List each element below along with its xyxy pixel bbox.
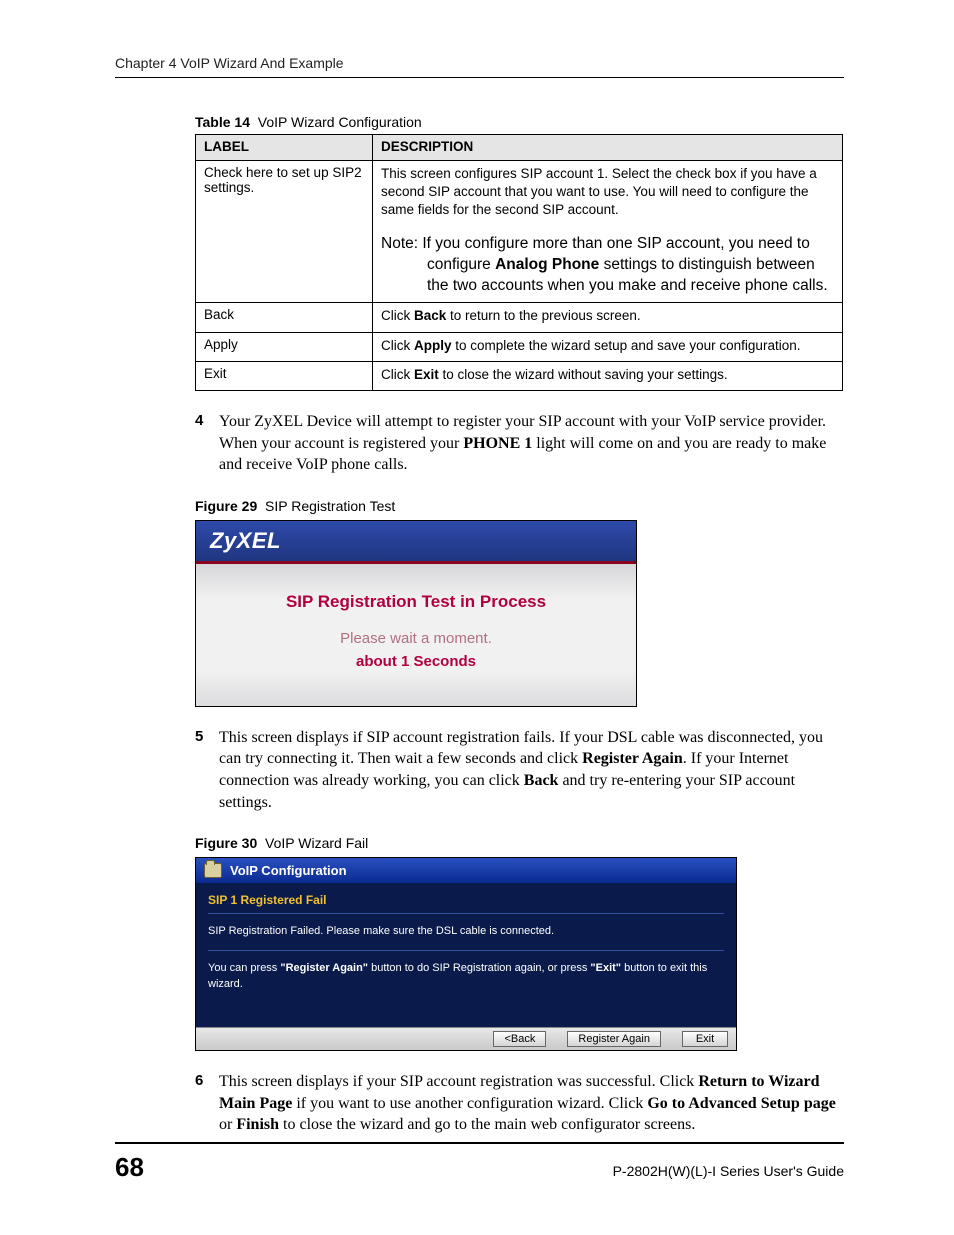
- fail-subhead: SIP 1 Registered Fail: [196, 883, 736, 909]
- window-titlebar: VoIP Configuration: [196, 858, 736, 883]
- table-row: Check here to set up SIP2 settings. This…: [196, 161, 843, 303]
- step-6: 6 This screen displays if your SIP accou…: [195, 1071, 844, 1136]
- bold: Apply: [414, 338, 452, 353]
- footer-rule: [115, 1142, 844, 1144]
- cell-desc: Click Apply to complete the wizard setup…: [373, 332, 843, 361]
- page-footer: 68 P-2802H(W)(L)-I Series User's Guide: [115, 1142, 844, 1183]
- figure29: ZyXEL SIP Registration Test in Process P…: [195, 520, 637, 707]
- chapter-header: Chapter 4 VoIP Wizard And Example: [115, 55, 844, 77]
- txt: Click: [381, 308, 414, 323]
- divider: [208, 950, 724, 951]
- figure30: VoIP Configuration SIP 1 Registered Fail…: [195, 857, 737, 1051]
- txt: or: [219, 1116, 236, 1133]
- bold: Go to Advanced Setup page: [647, 1095, 835, 1112]
- txt: to close the wizard without saving your …: [439, 367, 728, 382]
- header-rule: [115, 77, 844, 78]
- step-body: This screen displays if SIP account regi…: [219, 727, 844, 813]
- step-4: 4 Your ZyXEL Device will attempt to regi…: [195, 411, 844, 476]
- txt: to complete the wizard setup and save yo…: [452, 338, 801, 353]
- folder-icon: [204, 863, 222, 878]
- cell-label: Back: [196, 303, 373, 332]
- config-table: LABEL DESCRIPTION Check here to set up S…: [195, 134, 843, 391]
- zyxel-logo: ZyXEL: [196, 521, 636, 564]
- th-label: LABEL: [196, 135, 373, 161]
- cell-label: Check here to set up SIP2 settings.: [196, 161, 373, 303]
- table-number: Table 14: [195, 114, 250, 130]
- step-body: This screen displays if your SIP account…: [219, 1071, 844, 1136]
- row0-note: Note: If you configure more than one SIP…: [381, 234, 834, 297]
- txt: if you want to use another configuration…: [292, 1095, 647, 1112]
- figure30-caption: Figure 30 VoIP Wizard Fail: [195, 835, 844, 851]
- bold: "Exit": [590, 962, 621, 974]
- row0-desc: This screen configures SIP account 1. Se…: [381, 165, 834, 220]
- fail-msg1: SIP Registration Failed. Please make sur…: [196, 918, 736, 946]
- sip-test-title: SIP Registration Test in Process: [206, 592, 626, 612]
- cell-desc: This screen configures SIP account 1. Se…: [373, 161, 843, 303]
- bold: Register Again: [582, 750, 683, 767]
- page-number: 68: [115, 1152, 144, 1183]
- cell-desc: Click Exit to close the wizard without s…: [373, 361, 843, 390]
- cell-label: Apply: [196, 332, 373, 361]
- step-5: 5 This screen displays if SIP account re…: [195, 727, 844, 813]
- button-bar: <Back Register Again Exit: [196, 1027, 736, 1050]
- table-caption: Table 14 VoIP Wizard Configuration: [195, 114, 844, 130]
- figure29-caption: Figure 29 SIP Registration Test: [195, 498, 844, 514]
- step-number: 5: [195, 727, 219, 813]
- bold: "Register Again": [280, 962, 368, 974]
- back-button[interactable]: <Back: [493, 1031, 546, 1047]
- window-title: VoIP Configuration: [230, 863, 347, 878]
- txt: Click: [381, 338, 414, 353]
- fig-title: SIP Registration Test: [265, 498, 395, 514]
- cell-desc: Click Back to return to the previous scr…: [373, 303, 843, 332]
- sip-test-wait: Please wait a moment.: [206, 630, 626, 647]
- fig-number: Figure 29: [195, 498, 257, 514]
- table-title: VoIP Wizard Configuration: [258, 114, 422, 130]
- note-bold: Analog Phone: [495, 256, 599, 273]
- step-body: Your ZyXEL Device will attempt to regist…: [219, 411, 844, 476]
- bold: Back: [414, 308, 446, 323]
- sip-test-seconds: about 1 Seconds: [206, 653, 626, 670]
- table-row: Back Click Back to return to the previou…: [196, 303, 843, 332]
- fail-msg2: You can press "Register Again" button to…: [196, 955, 736, 999]
- table-row: Apply Click Apply to complete the wizard…: [196, 332, 843, 361]
- table-row: Exit Click Exit to close the wizard with…: [196, 361, 843, 390]
- txt: Click: [381, 367, 414, 382]
- bold: Back: [524, 772, 559, 789]
- step-number: 6: [195, 1071, 219, 1136]
- txt: to return to the previous screen.: [446, 308, 640, 323]
- th-desc: DESCRIPTION: [373, 135, 843, 161]
- exit-button[interactable]: Exit: [682, 1031, 728, 1047]
- fig-number: Figure 30: [195, 835, 257, 851]
- cell-label: Exit: [196, 361, 373, 390]
- bold: PHONE 1: [463, 435, 532, 452]
- guide-name: P-2802H(W)(L)-I Series User's Guide: [613, 1163, 844, 1179]
- register-again-button[interactable]: Register Again: [567, 1031, 661, 1047]
- step-number: 4: [195, 411, 219, 476]
- txt: This screen displays if your SIP account…: [219, 1073, 698, 1090]
- txt: You can press: [208, 962, 280, 974]
- bold: Exit: [414, 367, 439, 382]
- bold: Finish: [236, 1116, 279, 1133]
- txt: button to do SIP Registration again, or …: [368, 962, 590, 974]
- divider: [208, 913, 724, 914]
- txt: to close the wizard and go to the main w…: [279, 1116, 695, 1133]
- fig-title: VoIP Wizard Fail: [265, 835, 368, 851]
